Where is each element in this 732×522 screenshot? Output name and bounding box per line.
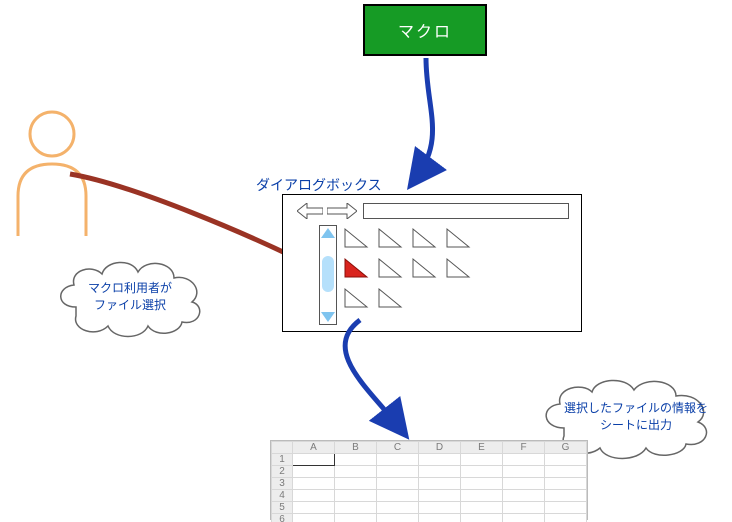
row-header[interactable]: 5 <box>272 502 293 514</box>
cell[interactable] <box>419 478 461 490</box>
col-header[interactable]: B <box>335 442 377 454</box>
cell[interactable] <box>545 466 587 478</box>
cell[interactable] <box>419 466 461 478</box>
cell[interactable] <box>377 478 419 490</box>
file-icon[interactable] <box>411 227 437 249</box>
cell[interactable] <box>545 478 587 490</box>
cell[interactable] <box>335 454 377 466</box>
col-header[interactable]: F <box>503 442 545 454</box>
cell[interactable] <box>293 490 335 502</box>
col-header[interactable]: E <box>461 442 503 454</box>
cloud1-line1: マクロ利用者が <box>88 281 172 295</box>
arrow-macro-to-dialog <box>366 58 466 194</box>
cell[interactable] <box>377 490 419 502</box>
address-bar[interactable] <box>363 203 569 219</box>
file-icon-selected[interactable] <box>343 257 369 279</box>
cell[interactable] <box>293 502 335 514</box>
cloud1-line2: ファイル選択 <box>94 298 166 312</box>
cell[interactable] <box>419 454 461 466</box>
col-header[interactable]: G <box>545 442 587 454</box>
macro-label: マクロ <box>398 18 452 42</box>
cell[interactable] <box>377 514 419 522</box>
cloud2-line2: シートに出力 <box>600 418 672 432</box>
row-header[interactable]: 1 <box>272 454 293 466</box>
cell[interactable] <box>293 478 335 490</box>
cell[interactable] <box>335 514 377 522</box>
file-icon[interactable] <box>445 257 471 279</box>
cell[interactable] <box>419 514 461 522</box>
cell[interactable] <box>377 466 419 478</box>
cell[interactable] <box>503 514 545 522</box>
row-header[interactable]: 4 <box>272 490 293 502</box>
file-icon[interactable] <box>377 257 403 279</box>
macro-box: マクロ <box>363 4 487 56</box>
file-icon[interactable] <box>343 287 369 309</box>
cell[interactable] <box>545 514 587 522</box>
cell[interactable] <box>335 490 377 502</box>
cell[interactable] <box>419 502 461 514</box>
row-header[interactable]: 3 <box>272 478 293 490</box>
cell[interactable] <box>461 514 503 522</box>
cloud-user-select-text: マクロ利用者が ファイル選択 <box>88 280 172 314</box>
scroll-up-icon[interactable] <box>321 228 335 238</box>
file-icon[interactable] <box>445 227 471 249</box>
cell[interactable] <box>335 502 377 514</box>
row-header[interactable]: 2 <box>272 466 293 478</box>
cell[interactable] <box>503 478 545 490</box>
cell[interactable] <box>545 454 587 466</box>
cell[interactable] <box>545 490 587 502</box>
file-icon[interactable] <box>377 287 403 309</box>
cell[interactable] <box>293 466 335 478</box>
cell[interactable] <box>503 490 545 502</box>
file-icon[interactable] <box>343 227 369 249</box>
dialog-label: ダイアログボックス <box>256 175 382 195</box>
cell-selected[interactable] <box>293 454 335 466</box>
col-header[interactable]: C <box>377 442 419 454</box>
cell[interactable] <box>461 466 503 478</box>
row-header[interactable]: 6 <box>272 514 293 522</box>
forward-arrow-icon[interactable] <box>327 203 357 219</box>
cell[interactable] <box>461 454 503 466</box>
cloud2-line1: 選択したファイルの情報を <box>564 401 708 415</box>
cell[interactable] <box>377 454 419 466</box>
cell[interactable] <box>335 478 377 490</box>
cell[interactable] <box>377 502 419 514</box>
cell[interactable] <box>461 478 503 490</box>
cell[interactable] <box>419 490 461 502</box>
scroll-thumb[interactable] <box>322 256 334 292</box>
cell[interactable] <box>503 466 545 478</box>
file-icon[interactable] <box>377 227 403 249</box>
dialog-box <box>282 194 582 332</box>
vertical-scrollbar[interactable] <box>319 225 337 325</box>
spreadsheet-table: A B C D E F G 1 2 3 4 5 6 7 <box>271 441 587 522</box>
cloud-output-text: 選択したファイルの情報を シートに出力 <box>564 400 708 434</box>
col-header[interactable]: A <box>293 442 335 454</box>
sheet-corner[interactable] <box>272 442 293 454</box>
cell[interactable] <box>503 454 545 466</box>
cell[interactable] <box>545 502 587 514</box>
cell[interactable] <box>461 490 503 502</box>
file-icon[interactable] <box>411 257 437 279</box>
arrow-dialog-to-sheet <box>310 320 440 440</box>
cell[interactable] <box>503 502 545 514</box>
col-header[interactable]: D <box>419 442 461 454</box>
cell[interactable] <box>335 466 377 478</box>
cell[interactable] <box>461 502 503 514</box>
cell[interactable] <box>293 514 335 522</box>
spreadsheet: A B C D E F G 1 2 3 4 5 6 7 <box>270 440 588 520</box>
back-arrow-icon[interactable] <box>297 203 323 219</box>
